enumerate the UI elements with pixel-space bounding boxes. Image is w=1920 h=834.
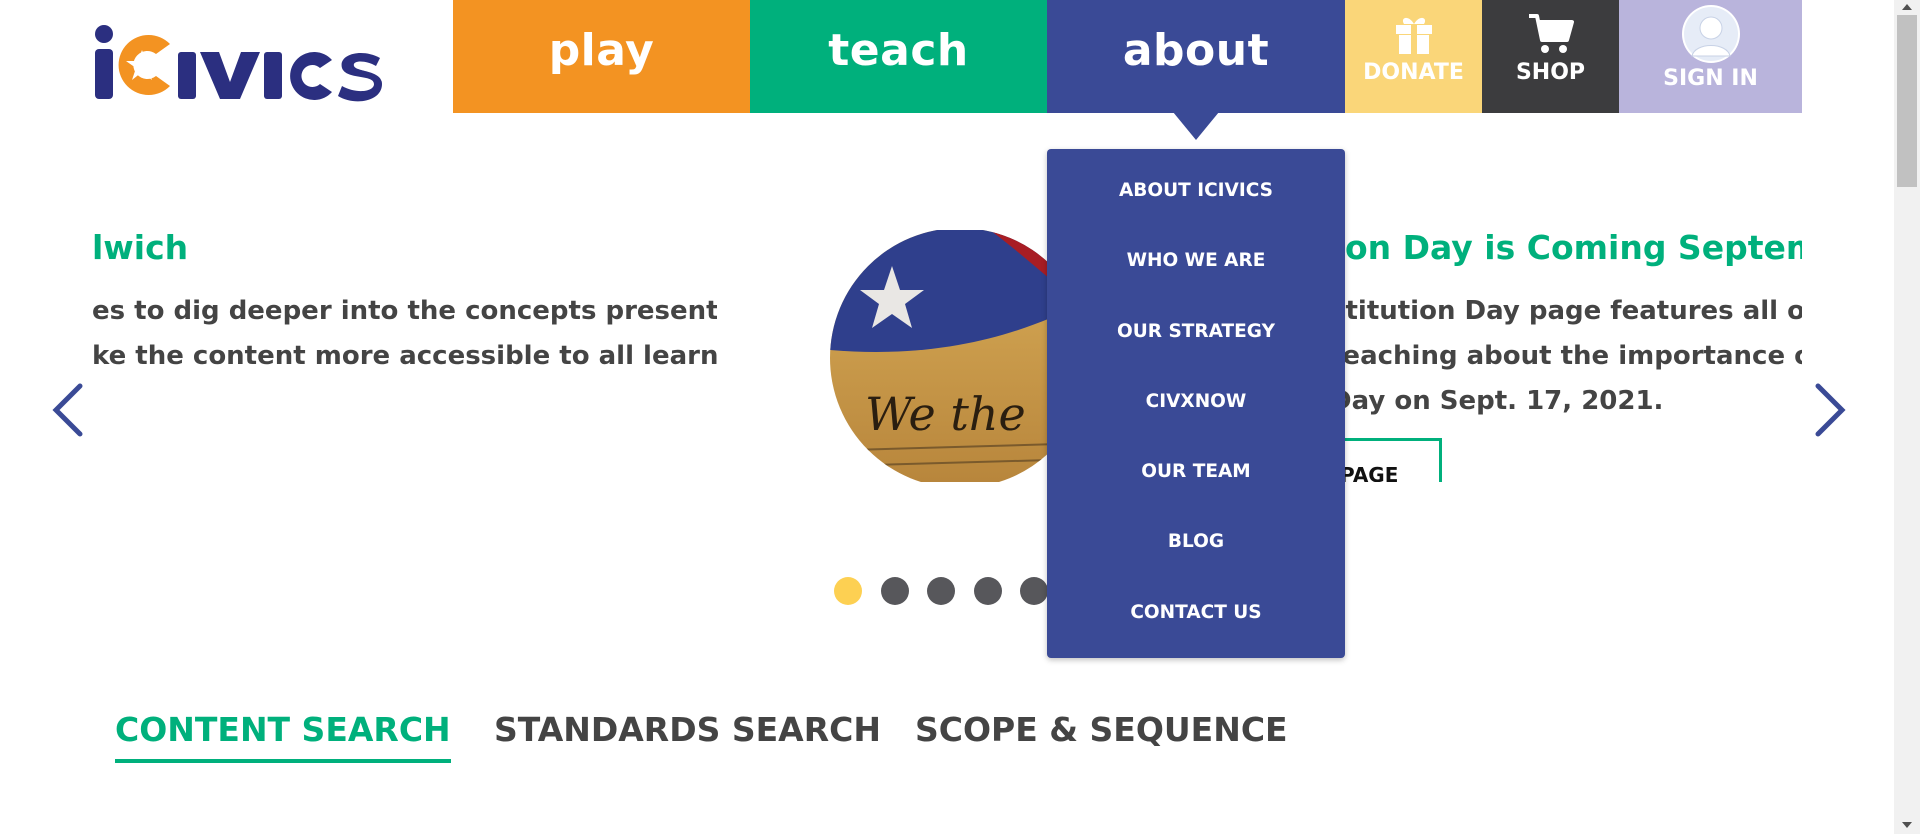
scrollbar-thumb[interactable] bbox=[1897, 15, 1917, 187]
right-slide-line: stitution Day page features all of o bbox=[1330, 296, 1802, 326]
chevron-left-icon bbox=[52, 383, 83, 437]
carousel-dot[interactable] bbox=[1020, 577, 1048, 605]
icivics-logo-mark bbox=[95, 25, 382, 102]
nav-about-label: about bbox=[1122, 25, 1270, 76]
nav-shop[interactable]: SHOP bbox=[1482, 0, 1619, 113]
nav-teach-label: teach bbox=[828, 25, 969, 76]
page-scrollbar[interactable] bbox=[1894, 0, 1920, 834]
menu-item-blog[interactable]: BLOG bbox=[1047, 524, 1345, 594]
scroll-down-arrow-icon[interactable] bbox=[1902, 822, 1912, 828]
about-menu-caret bbox=[1173, 112, 1219, 140]
menu-item-contact-us[interactable]: CONTACT US bbox=[1047, 595, 1345, 665]
menu-item-who-we-are[interactable]: WHO WE ARE bbox=[1047, 243, 1345, 313]
gift-icon bbox=[1395, 17, 1432, 54]
tab-content-search[interactable]: CONTENT SEARCH bbox=[115, 710, 451, 763]
menu-item-our-strategy[interactable]: OUR STRATEGY bbox=[1047, 314, 1345, 384]
nav-shop-label: SHOP bbox=[1515, 60, 1586, 85]
left-slide-title: lwich! bbox=[92, 228, 187, 267]
right-slide-line: teaching about the importance of bbox=[1330, 341, 1802, 371]
svg-text:We the: We the bbox=[865, 387, 1026, 441]
carousel-dot[interactable] bbox=[880, 577, 909, 605]
nav-play-label: play bbox=[548, 25, 655, 76]
nav-signin[interactable]: SIGN IN bbox=[1619, 0, 1802, 113]
nav-donate[interactable]: DONATE bbox=[1345, 0, 1482, 113]
right-slide-title: on Day is Coming Septembe bbox=[1345, 228, 1802, 267]
left-slide-line: es to dig deeper into the concepts prese… bbox=[92, 296, 717, 326]
about-dropdown-menu: ABOUT ICIVICS WHO WE ARE OUR STRATEGY CI… bbox=[1047, 149, 1345, 658]
nav-play[interactable]: play bbox=[453, 0, 750, 113]
menu-item-civxnow[interactable]: CIVXNOW bbox=[1047, 384, 1345, 454]
scroll-up-arrow-icon[interactable] bbox=[1902, 4, 1912, 10]
tab-scope-sequence[interactable]: SCOPE & SEQUENCE bbox=[915, 710, 1288, 749]
user-avatar-icon bbox=[1681, 5, 1740, 63]
nav-teach[interactable]: teach bbox=[750, 0, 1047, 113]
right-slide-line: Day on Sept. 17, 2021. bbox=[1330, 386, 1664, 416]
menu-item-about-icivics[interactable]: ABOUT ICIVICS bbox=[1047, 173, 1345, 243]
chevron-right-icon bbox=[1815, 383, 1846, 437]
right-slide-text: stitution Day page features all of o tea… bbox=[1330, 289, 1802, 424]
constitution-flag-image: We the bbox=[830, 230, 1050, 482]
carousel-dot-active[interactable] bbox=[834, 577, 862, 605]
menu-item-our-team[interactable]: OUR TEAM bbox=[1047, 454, 1345, 524]
carousel-next-arrow[interactable] bbox=[1810, 382, 1850, 438]
carousel-dot[interactable] bbox=[973, 577, 1002, 605]
tab-standards-search[interactable]: STANDARDS SEARCH bbox=[494, 710, 881, 749]
left-slide-text: es to dig deeper into the concepts prese… bbox=[92, 289, 717, 379]
slide-button-label: PAGE bbox=[1340, 463, 1399, 482]
carousel-dot[interactable] bbox=[927, 577, 955, 605]
shopping-cart-icon bbox=[1528, 14, 1574, 53]
nav-signin-label: SIGN IN bbox=[1663, 66, 1758, 91]
nav-donate-label: DONATE bbox=[1363, 60, 1464, 85]
nav-about[interactable]: about bbox=[1047, 0, 1345, 113]
icivics-logo[interactable] bbox=[92, 14, 382, 104]
left-slide-line: ke the content more accessible to all le… bbox=[92, 341, 717, 371]
carousel-prev-arrow[interactable] bbox=[48, 382, 88, 438]
